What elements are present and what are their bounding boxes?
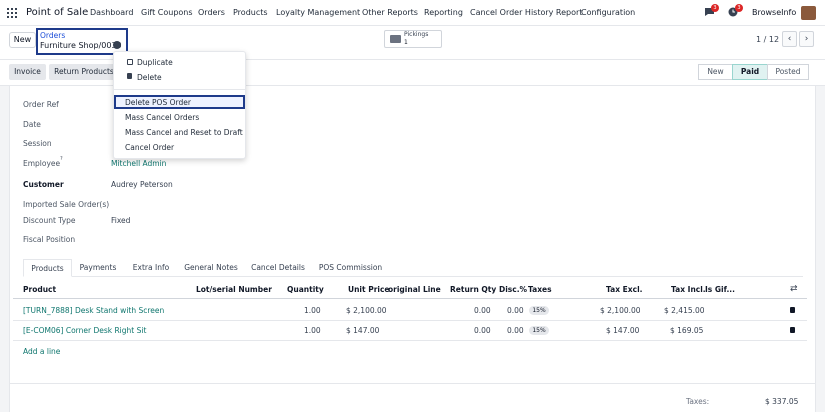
row2-delete-icon[interactable] (790, 327, 795, 333)
employee-label: Employee (23, 159, 61, 168)
col-is-gift[interactable]: Is Gif... (705, 285, 735, 294)
customer-label: Customer (23, 180, 64, 189)
customer-value[interactable]: Audrey Peterson (111, 180, 173, 189)
pager-value[interactable]: 1 / 12 (756, 35, 779, 44)
stage-posted[interactable]: Posted (767, 64, 809, 80)
row1-tax-excl: $ 2,100.00 (600, 306, 641, 315)
menu-dashboard[interactable]: Dashboard (90, 8, 133, 17)
pager-next-button[interactable]: › (799, 31, 814, 47)
pickings-count: 1 (404, 39, 408, 46)
menu-cancel-order-history-report[interactable]: Cancel Order History Report (470, 8, 582, 17)
tab-general-notes[interactable]: General Notes (178, 259, 244, 277)
row2-unit-price[interactable]: $ 147.00 (346, 326, 379, 335)
date-label: Date (23, 120, 41, 129)
totals-divider (9, 383, 816, 384)
menu-orders[interactable]: Orders (198, 8, 225, 17)
stage-new[interactable]: New (698, 64, 733, 80)
breadcrumb-current-record: Furniture Shop/0030 (40, 41, 122, 50)
taxes-value: $ 337.05 (765, 397, 799, 406)
activity-badge: 3 (735, 4, 743, 12)
col-discount[interactable]: Disc.% (499, 285, 527, 294)
tab-products[interactable]: Products (23, 259, 72, 277)
breadcrumb-orders-link[interactable]: Orders (40, 31, 65, 40)
activity-clock-icon[interactable]: 3 (728, 4, 743, 17)
menu-reporting[interactable]: Reporting (424, 8, 463, 17)
session-label: Session (23, 139, 52, 148)
row-divider (13, 320, 807, 321)
col-tax-excl[interactable]: Tax Excl. (606, 285, 643, 294)
tab-extra-info[interactable]: Extra Info (126, 259, 176, 277)
add-line-link[interactable]: Add a line (23, 347, 60, 356)
return-products-button[interactable]: Return Products (49, 64, 119, 80)
employee-value[interactable]: Mitchell Admin (111, 159, 166, 168)
menu-delete[interactable]: Delete (137, 73, 162, 82)
menu-duplicate[interactable]: Duplicate (137, 58, 173, 67)
col-quantity[interactable]: Quantity (287, 285, 324, 294)
menu-products[interactable]: Products (233, 8, 268, 17)
fiscal-position-label: Fiscal Position (23, 235, 76, 244)
new-button[interactable]: New (9, 32, 36, 48)
app-brand[interactable]: Point of Sale (26, 7, 88, 18)
row2-tax-badge: 15% (529, 326, 549, 335)
chat-badge: 3 (711, 4, 719, 12)
menu-loyalty-management[interactable]: Loyalty Management (276, 8, 360, 17)
row2-tax-excl: $ 147.00 (606, 326, 640, 335)
row2-discount[interactable]: 0.00 (507, 326, 524, 335)
menu-delete-pos-order[interactable]: Delete POS Order (125, 98, 191, 107)
row1-unit-price[interactable]: $ 2,100.00 (346, 306, 387, 315)
row2-tax-incl: $ 169.05 (670, 326, 704, 335)
discount-type-label: Discount Type (23, 216, 76, 225)
row1-quantity[interactable]: 1.00 (304, 306, 321, 315)
imported-sale-orders-label: Imported Sale Order(s) (23, 200, 110, 209)
company-name[interactable]: BrowseInfo (752, 8, 796, 17)
row1-tax-badge: 15% (529, 306, 549, 315)
stage-paid[interactable]: Paid (732, 64, 768, 80)
row2-quantity[interactable]: 1.00 (304, 326, 321, 335)
chat-icon[interactable]: 3 (704, 4, 719, 17)
taxes-label: Taxes: (686, 397, 710, 406)
row1-tax-incl: $ 2,415.00 (664, 306, 705, 315)
row1-discount[interactable]: 0.00 (507, 306, 524, 315)
tab-cancel-details[interactable]: Cancel Details (246, 259, 310, 277)
gear-icon[interactable] (113, 41, 121, 49)
col-lot-serial[interactable]: Lot/serial Number (196, 285, 272, 294)
order-ref-label: Order Ref (23, 100, 59, 109)
avatar[interactable] (801, 6, 816, 20)
row-divider (13, 340, 807, 341)
menu-separator (114, 89, 245, 90)
apps-menu-icon[interactable] (7, 8, 17, 18)
invoice-button[interactable]: Invoice (9, 64, 46, 80)
row1-delete-icon[interactable] (790, 307, 795, 313)
duplicate-icon (127, 59, 133, 65)
col-unit-price[interactable]: Unit Price (348, 285, 390, 294)
truck-icon (390, 35, 401, 43)
col-return-qty[interactable]: Return Qty (450, 285, 496, 294)
discount-type-value[interactable]: Fixed (111, 216, 130, 225)
menu-configuration[interactable]: Configuration (581, 8, 635, 17)
optional-columns-icon[interactable]: ⇄ (790, 284, 798, 294)
menu-gift-coupons[interactable]: Gift Coupons (141, 8, 193, 17)
row1-return-qty[interactable]: 0.00 (474, 306, 491, 315)
employee-help-icon[interactable]: ? (60, 156, 63, 162)
row2-return-qty[interactable]: 0.00 (474, 326, 491, 335)
tab-payments[interactable]: Payments (73, 259, 123, 277)
col-tax-incl[interactable]: Tax Incl. (671, 285, 706, 294)
col-original-line[interactable]: original Line (388, 285, 441, 294)
row1-product[interactable]: [TURN_7888] Desk Stand with Screen (23, 306, 164, 315)
tab-pos-commission[interactable]: POS Commission (313, 259, 388, 277)
pager-previous-button[interactable]: ‹ (782, 31, 797, 47)
menu-cancel-order[interactable]: Cancel Order (125, 143, 174, 152)
col-product[interactable]: Product (23, 285, 56, 294)
menu-other-reports[interactable]: Other Reports (362, 8, 418, 17)
menu-mass-cancel-reset-draft[interactable]: Mass Cancel and Reset to Draft (125, 128, 243, 137)
col-taxes[interactable]: Taxes (528, 285, 552, 294)
row2-product[interactable]: [E-COM06] Corner Desk Right Sit (23, 326, 146, 335)
delete-icon (127, 73, 132, 79)
pickings-label: Pickings (404, 31, 429, 38)
menu-mass-cancel-orders[interactable]: Mass Cancel Orders (125, 113, 199, 122)
header-divider (13, 298, 807, 299)
